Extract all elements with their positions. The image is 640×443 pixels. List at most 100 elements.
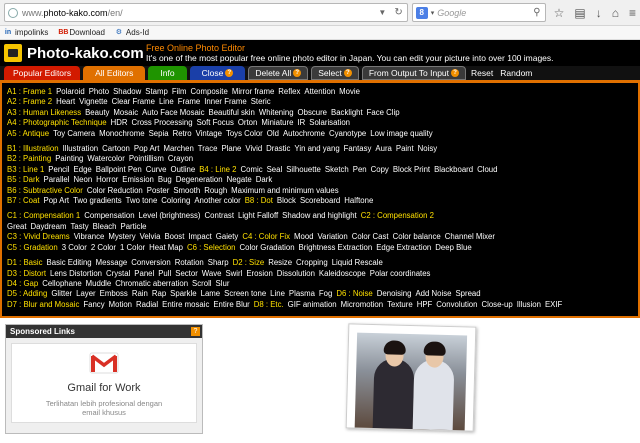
editor-link[interactable]: Emission [122, 175, 154, 184]
search-engine-icon[interactable]: 8 [415, 6, 428, 19]
editor-link[interactable]: Daydream [31, 222, 67, 231]
editor-link[interactable]: Motion [109, 300, 132, 309]
editor-link[interactable]: Compensation [84, 211, 134, 220]
editor-group-label[interactable]: D5 : Adding [7, 289, 47, 298]
editor-link[interactable]: Retro [173, 129, 192, 138]
editor-link[interactable]: Message [96, 258, 128, 267]
editor-link[interactable]: Crystal [106, 269, 130, 278]
editor-link[interactable]: Chromatic aberration [115, 279, 188, 288]
editor-link[interactable]: Pen [353, 165, 367, 174]
editor-link[interactable]: Light Falloff [238, 211, 278, 220]
editor-link[interactable]: Mirror frame [232, 87, 274, 96]
editor-link[interactable]: Toy Camera [53, 129, 95, 138]
editor-link[interactable]: Deep Blue [435, 243, 471, 252]
editor-link[interactable]: Screen tone [224, 289, 266, 298]
editor-group-label[interactable]: C2 : Compensation 2 [361, 211, 434, 220]
editor-link[interactable]: Whitening [259, 108, 294, 117]
help-icon[interactable]: ? [293, 69, 302, 77]
editor-link[interactable]: Color balance [393, 232, 441, 241]
editor-link[interactable]: Block [277, 196, 296, 205]
tab-all-editors[interactable]: All Editors [83, 66, 146, 80]
editor-link[interactable]: Solarisation [309, 118, 350, 127]
editor-link[interactable]: Lens Distortion [50, 269, 102, 278]
editor-link[interactable]: Sparkle [170, 289, 196, 298]
editor-link[interactable]: Kaleidoscope [319, 269, 366, 278]
editor-link[interactable]: Outline [171, 165, 196, 174]
editor-link[interactable]: Pointillism [129, 154, 164, 163]
download-icon[interactable]: ↓ [596, 6, 602, 20]
editor-link[interactable]: Mystery [108, 232, 135, 241]
editor-link[interactable]: Vintage [196, 129, 222, 138]
editor-link[interactable]: Yin and yang [294, 144, 339, 153]
editor-link[interactable]: Add Noise [415, 289, 451, 298]
editor-link[interactable]: Aura [375, 144, 391, 153]
editor-link[interactable]: Edge [74, 165, 92, 174]
editor-link[interactable]: Sharp [208, 258, 229, 267]
editor-link[interactable]: Photo [89, 87, 109, 96]
editor-link[interactable]: Halftone [344, 196, 373, 205]
editor-link[interactable]: Noisy [418, 144, 438, 153]
editor-link[interactable]: Block Print [393, 165, 430, 174]
editor-link[interactable]: Pop Art [44, 196, 70, 205]
editor-link[interactable]: Parallel [44, 175, 70, 184]
editor-link[interactable]: Edge Extraction [376, 243, 431, 252]
editor-link[interactable]: Two tone [126, 196, 158, 205]
editor-link[interactable]: Swirl [225, 269, 242, 278]
editor-link[interactable]: Entire Blur [213, 300, 249, 309]
editor-link[interactable]: Cyanotype [329, 129, 366, 138]
output-to-input-button[interactable]: From Output To Input? [361, 66, 467, 80]
editor-link[interactable]: Vignette [79, 97, 107, 106]
editor-link[interactable]: Miniature [261, 118, 293, 127]
editor-link[interactable]: Basic Editing [47, 258, 92, 267]
editor-link[interactable]: Plane [221, 144, 241, 153]
editor-link[interactable]: Shadow [113, 87, 141, 96]
editor-link[interactable]: Ballpoint Pen [96, 165, 142, 174]
editor-group-label[interactable]: C1 : Compensation 1 [7, 211, 80, 220]
editor-group-label[interactable]: D1 : Basic [7, 258, 43, 267]
editor-link[interactable]: Cropping [296, 258, 328, 267]
help-icon[interactable]: ? [225, 69, 234, 77]
editor-link[interactable]: Frame [178, 97, 201, 106]
search-icon[interactable]: ⚲ [533, 7, 540, 18]
editor-link[interactable]: Cross Processing [131, 118, 192, 127]
editor-link[interactable]: Polar coordinates [370, 269, 431, 278]
editor-link[interactable]: Rough [204, 186, 227, 195]
editor-link[interactable]: Color Gradation [240, 243, 295, 252]
editor-group-label[interactable]: A5 : Antique [7, 129, 49, 138]
bookmark-impolinks[interactable]: in impolinks [4, 28, 48, 37]
editor-link[interactable]: Orton [238, 118, 258, 127]
editor-link[interactable]: Rain [132, 289, 148, 298]
editor-link[interactable]: Comic [241, 165, 263, 174]
editor-link[interactable]: Auto Face Mosaic [142, 108, 204, 117]
url-dropdown-icon[interactable]: ▼ [378, 8, 390, 17]
editor-link[interactable]: HDR [111, 118, 128, 127]
editor-group-label[interactable]: C5 : Gradation [7, 243, 58, 252]
editor-link[interactable]: Copy [371, 165, 389, 174]
editor-group-label[interactable]: B4 : Line 2 [199, 165, 236, 174]
editor-link[interactable]: Mosaic [113, 108, 138, 117]
editor-link[interactable]: Layer [76, 289, 96, 298]
editor-link[interactable]: Beautiful skin [209, 108, 255, 117]
url-bar[interactable]: www. photo-kako.com/en/ ▼ ↻ [4, 3, 408, 22]
editor-group-label[interactable]: D3 : Distort [7, 269, 46, 278]
editor-link[interactable]: Another color [194, 196, 240, 205]
site-logo[interactable]: Photo-kako.com [27, 45, 144, 62]
help-icon[interactable]: ? [343, 69, 352, 77]
editor-link[interactable]: Cellophane [42, 279, 81, 288]
editor-group-label[interactable]: B2 : Painting [7, 154, 51, 163]
editor-group-label[interactable]: A4 : Photographic Technique [7, 118, 107, 127]
editor-link[interactable]: Composite [191, 87, 228, 96]
editor-link[interactable]: Denoising [377, 289, 412, 298]
gmail-ad[interactable]: Gmail for Work Terlihatan lebih profesio… [11, 343, 197, 423]
editor-link[interactable]: Fantasy [344, 144, 372, 153]
editor-link[interactable]: Negate [227, 175, 252, 184]
editor-link[interactable]: Reflex [278, 87, 300, 96]
editor-link[interactable]: Shadow and highlight [282, 211, 357, 220]
chevron-down-icon[interactable]: ▾ [431, 9, 435, 17]
editor-link[interactable]: Silhouette [286, 165, 321, 174]
editor-group-label[interactable]: B6 : Subtractive Color [7, 186, 83, 195]
editor-link[interactable]: Fancy [83, 300, 104, 309]
editor-link[interactable]: Cloud [477, 165, 497, 174]
editor-link[interactable]: Autochrome [283, 129, 325, 138]
editor-link[interactable]: Illusion [517, 300, 541, 309]
